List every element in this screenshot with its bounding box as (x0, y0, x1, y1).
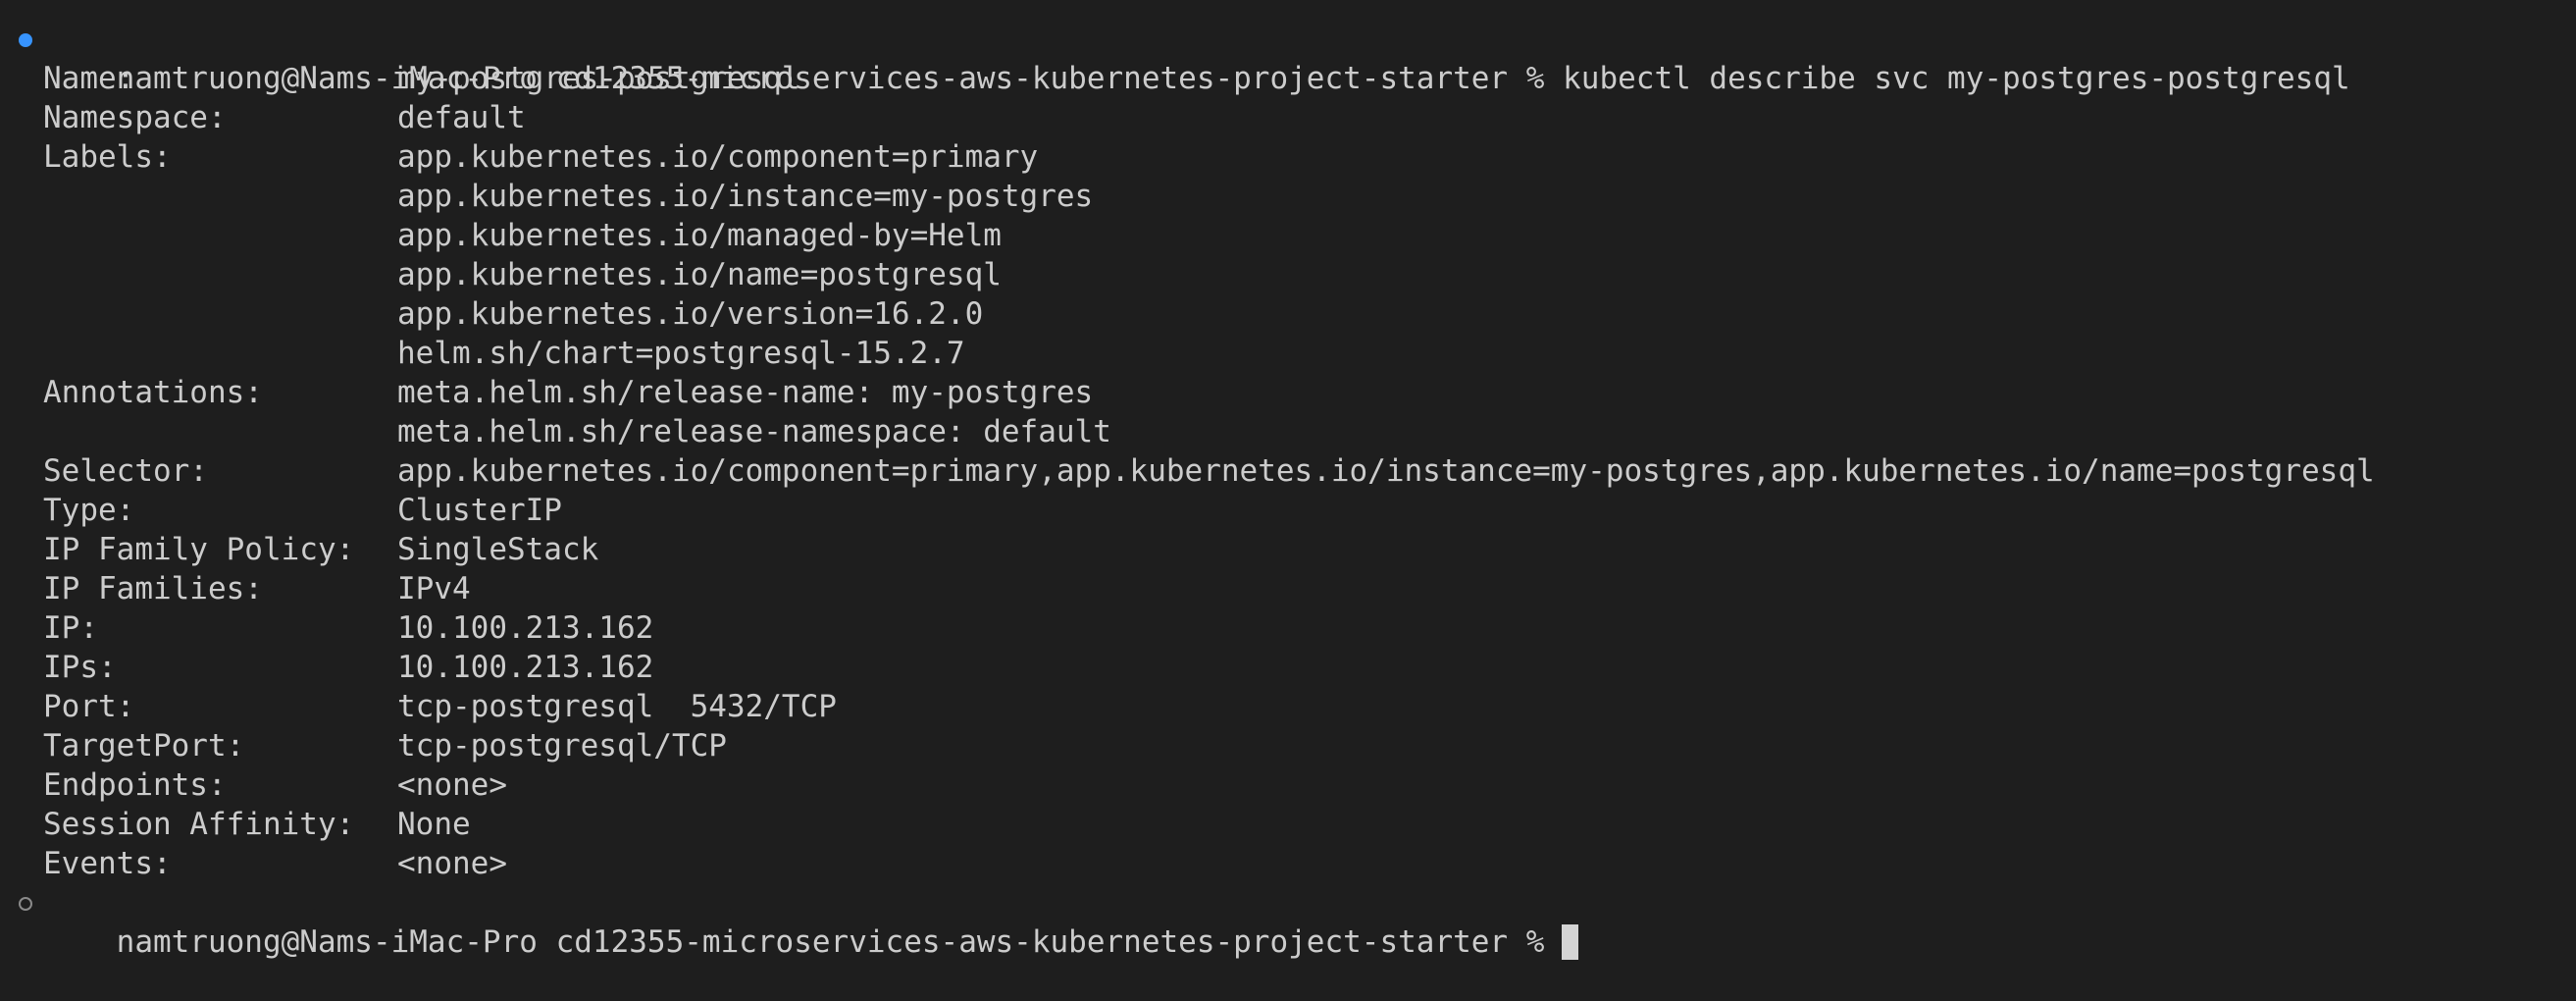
command-output: Name: my-postgres-postgresql Namespace: def… (0, 59, 2576, 883)
field-value: default (397, 100, 526, 135)
command-success-marker[interactable] (19, 33, 32, 47)
field-value: SingleStack (397, 532, 599, 567)
prompt-user-host: namtruong@Nams-iMac-Pro (116, 924, 538, 960)
field-key: Labels: (43, 139, 172, 175)
field-value: meta.helm.sh/release-namespace: default (397, 414, 1111, 449)
output-row: Selector: app.kubernetes.io/component=pri… (0, 451, 2576, 491)
output-row: app.kubernetes.io/version=16.2.0 (0, 294, 2576, 334)
field-key: Type: (43, 493, 135, 528)
field-key: IP: (43, 610, 98, 646)
field-value: ClusterIP (397, 493, 562, 528)
output-row: Labels: app.kubernetes.io/component=prima… (0, 137, 2576, 177)
field-value: helm.sh/chart=postgresql-15.2.7 (397, 336, 965, 371)
field-value: tcp-postgresql 5432/TCP (397, 689, 837, 724)
output-row: IPs: 10.100.213.162 (0, 648, 2576, 687)
field-value: IPv4 (397, 571, 471, 606)
field-value: my-postgres-postgresql (397, 61, 800, 96)
output-row: Events: <none> (0, 844, 2576, 883)
field-value: app.kubernetes.io/instance=my-postgres (397, 179, 1094, 214)
field-value: app.kubernetes.io/component=primary,app.… (397, 453, 2375, 489)
output-row: Name: my-postgres-postgresql (0, 59, 2576, 98)
output-row: TargetPort: tcp-postgresql/TCP (0, 726, 2576, 765)
field-key: Namespace: (43, 100, 227, 135)
field-value: <none> (397, 767, 507, 803)
field-key: IP Family Policy: (43, 532, 355, 567)
text-cursor (1562, 923, 1579, 960)
field-value: app.kubernetes.io/managed-by=Helm (397, 218, 1002, 253)
output-row: app.kubernetes.io/name=postgresql (0, 255, 2576, 294)
field-value: 10.100.213.162 (397, 610, 654, 646)
field-key: Session Affinity: (43, 807, 355, 842)
prompt-symbol: % (1525, 924, 1545, 960)
command-idle-marker (19, 897, 32, 911)
field-key: Port: (43, 689, 135, 724)
output-row: helm.sh/chart=postgresql-15.2.7 (0, 334, 2576, 373)
field-value: app.kubernetes.io/version=16.2.0 (397, 296, 984, 332)
field-value: tcp-postgresql/TCP (397, 728, 727, 764)
field-value: None (397, 807, 471, 842)
output-row: app.kubernetes.io/instance=my-postgres (0, 177, 2576, 216)
field-key: Events: (43, 846, 172, 881)
output-row: IP Family Policy: SingleStack (0, 530, 2576, 569)
output-row: Annotations: meta.helm.sh/release-name: m… (0, 373, 2576, 412)
field-key: Selector: (43, 453, 208, 489)
command-line: namtruong@Nams-iMac-Pro cd12355-microser… (0, 20, 2576, 96)
field-value: <none> (397, 846, 507, 881)
terminal-panel[interactable]: namtruong@Nams-iMac-Pro cd12355-microser… (0, 20, 2576, 960)
field-value: app.kubernetes.io/name=postgresql (397, 257, 1002, 292)
output-row: meta.helm.sh/release-namespace: default (0, 412, 2576, 451)
output-row: Port: tcp-postgresql 5432/TCP (0, 687, 2576, 726)
output-row: Namespace: default (0, 98, 2576, 137)
field-key: Name: (43, 61, 135, 96)
output-row: Endpoints: <none> (0, 765, 2576, 805)
prompt-cwd: cd12355-microservices-aws-kubernetes-pro… (555, 924, 1509, 960)
output-row: IP Families: IPv4 (0, 569, 2576, 608)
field-key: Annotations: (43, 375, 263, 410)
active-prompt-line[interactable]: namtruong@Nams-iMac-Pro cd12355-microser… (0, 883, 2576, 960)
field-key: IPs: (43, 650, 117, 685)
field-key: TargetPort: (43, 728, 245, 764)
field-value: meta.helm.sh/release-name: my-postgres (397, 375, 1094, 410)
field-value: app.kubernetes.io/component=primary (397, 139, 1039, 175)
field-key: IP Families: (43, 571, 263, 606)
output-row: app.kubernetes.io/managed-by=Helm (0, 216, 2576, 255)
output-row: Type: ClusterIP (0, 491, 2576, 530)
field-value: 10.100.213.162 (397, 650, 654, 685)
output-row: IP: 10.100.213.162 (0, 608, 2576, 648)
output-row: Session Affinity: None (0, 805, 2576, 844)
field-key: Endpoints: (43, 767, 227, 803)
